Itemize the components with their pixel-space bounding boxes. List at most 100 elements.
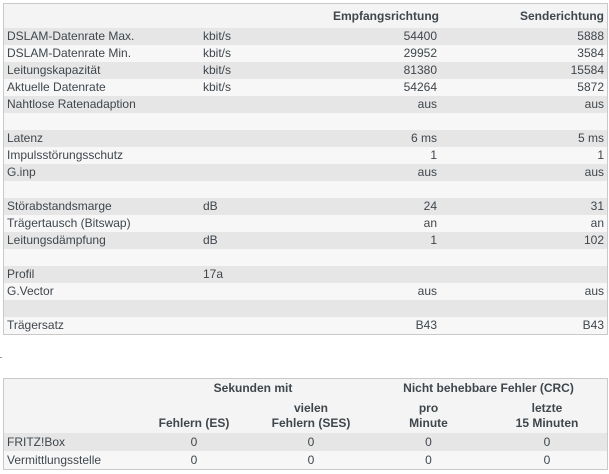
table-row: Trägersatz B43 B43 <box>4 317 607 334</box>
row-senderichtung <box>440 266 607 283</box>
row-empfangsrichtung: aus <box>330 164 440 181</box>
table-row: Nahtlose Ratenadaption aus aus <box>4 96 607 113</box>
row-senderichtung <box>440 181 607 198</box>
error-col-pm-line2: Minute <box>409 416 448 430</box>
error-col-ses: vielen Fehlern (SES) <box>252 397 370 433</box>
error-col-pm-line1: pro <box>418 401 439 415</box>
row-senderichtung: aus <box>440 283 607 300</box>
row-unit <box>200 96 330 113</box>
row-label: Impulsstörungsschutz <box>4 147 200 164</box>
error-col-15-line2: 15 Minuten <box>515 416 579 430</box>
row-label: DSLAM-Datenrate Min. <box>4 45 200 62</box>
row-empfangsrichtung <box>330 300 440 317</box>
table-row: Latenz 6 ms 5 ms <box>4 130 607 147</box>
row-senderichtung <box>440 113 607 130</box>
row-senderichtung <box>440 249 607 266</box>
error-group-crc: Nicht behebbare Fehler (CRC) <box>370 379 608 397</box>
row-unit <box>200 130 330 147</box>
error-row-ses: 0 <box>252 451 370 469</box>
row-unit: kbit/s <box>200 28 330 45</box>
table-row: Trägertausch (Bitswap) an an <box>4 215 607 232</box>
row-unit <box>200 283 330 300</box>
error-col-es-label: Fehlern (ES) <box>158 416 230 430</box>
row-empfangsrichtung: B43 <box>330 317 440 334</box>
row-empfangsrichtung: 24 <box>330 198 440 215</box>
error-group-sekunden: Sekunden mit <box>136 379 370 397</box>
row-unit <box>200 164 330 181</box>
row-senderichtung: 31 <box>440 198 607 215</box>
row-senderichtung: 102 <box>440 232 607 249</box>
error-row-per-minute: 0 <box>370 433 487 451</box>
table-row: DSLAM-Datenrate Max. kbit/s 54400 5888 <box>4 28 607 45</box>
row-unit <box>200 181 330 198</box>
row-unit: 17a <box>200 266 330 283</box>
row-unit: kbit/s <box>200 45 330 62</box>
dsl-details-header-row: Empfangsrichtung Senderichtung <box>4 4 607 28</box>
row-label: Trägersatz <box>4 317 200 334</box>
error-col-15min: letzte 15 Minuten <box>487 397 608 433</box>
row-empfangsrichtung <box>330 266 440 283</box>
separator <box>0 357 2 358</box>
header-label <box>4 4 200 28</box>
error-row-es: 0 <box>136 433 252 451</box>
row-senderichtung: an <box>440 215 607 232</box>
row-label <box>4 249 200 266</box>
row-senderichtung <box>440 300 607 317</box>
row-unit <box>200 147 330 164</box>
error-panel: Sekunden mit Nicht behebbare Fehler (CRC… <box>3 378 608 470</box>
table-row: Störabstandsmarge dB 24 31 <box>4 198 607 215</box>
row-label <box>4 300 200 317</box>
row-senderichtung: 5888 <box>440 28 607 45</box>
error-col-per-minute: pro Minute <box>370 397 487 433</box>
table-row: DSLAM-Datenrate Min. kbit/s 29952 3584 <box>4 45 607 62</box>
row-senderichtung: aus <box>440 96 607 113</box>
row-label: Nahtlose Ratenadaption <box>4 96 200 113</box>
error-table: Sekunden mit Nicht behebbare Fehler (CRC… <box>4 379 608 469</box>
row-empfangsrichtung: 1 <box>330 232 440 249</box>
table-row <box>4 300 607 317</box>
table-row <box>4 181 607 198</box>
error-col-empty <box>4 397 136 433</box>
row-empfangsrichtung: 81380 <box>330 62 440 79</box>
row-unit <box>200 215 330 232</box>
table-row <box>4 249 607 266</box>
table-row: G.Vector aus aus <box>4 283 607 300</box>
row-senderichtung: 15584 <box>440 62 607 79</box>
row-empfangsrichtung <box>330 113 440 130</box>
row-empfangsrichtung: aus <box>330 283 440 300</box>
table-row: Vermittlungsstelle 0 0 0 0 <box>4 451 608 469</box>
row-label: Störabstandsmarge <box>4 198 200 215</box>
row-label: DSLAM-Datenrate Max. <box>4 28 200 45</box>
row-label: Trägertausch (Bitswap) <box>4 215 200 232</box>
error-group-header-row: Sekunden mit Nicht behebbare Fehler (CRC… <box>4 379 608 397</box>
table-row: FRITZ!Box 0 0 0 0 <box>4 433 608 451</box>
error-col-header-row: Fehlern (ES) vielen Fehlern (SES) pro Minu… <box>4 397 608 433</box>
row-senderichtung: aus <box>440 164 607 181</box>
row-empfangsrichtung: 54264 <box>330 79 440 96</box>
header-senderichtung: Senderichtung <box>440 4 607 28</box>
row-empfangsrichtung: 6 ms <box>330 130 440 147</box>
row-unit <box>200 317 330 334</box>
table-row: Leitungskapazität kbit/s 81380 15584 <box>4 62 607 79</box>
row-unit: kbit/s <box>200 79 330 96</box>
error-col-15-line1: letzte <box>531 401 563 415</box>
row-empfangsrichtung: 1 <box>330 147 440 164</box>
error-row-15min: 0 <box>487 433 608 451</box>
row-label: Aktuelle Datenrate <box>4 79 200 96</box>
row-unit: dB <box>200 198 330 215</box>
table-row: Profil 17a <box>4 266 607 283</box>
error-row-label: Vermittlungsstelle <box>4 451 136 469</box>
error-row-label: FRITZ!Box <box>4 433 136 451</box>
table-row: Aktuelle Datenrate kbit/s 54264 5872 <box>4 79 607 96</box>
error-row-ses: 0 <box>252 433 370 451</box>
row-empfangsrichtung: 29952 <box>330 45 440 62</box>
row-label: Profil <box>4 266 200 283</box>
header-unit <box>200 4 330 28</box>
row-senderichtung: B43 <box>440 317 607 334</box>
error-row-es: 0 <box>136 451 252 469</box>
dsl-details-table: Empfangsrichtung Senderichtung DSLAM-Dat… <box>4 4 607 334</box>
row-label: G.Vector <box>4 283 200 300</box>
row-unit: dB <box>200 232 330 249</box>
error-row-15min: 0 <box>487 451 608 469</box>
error-col-es: Fehlern (ES) <box>136 397 252 433</box>
